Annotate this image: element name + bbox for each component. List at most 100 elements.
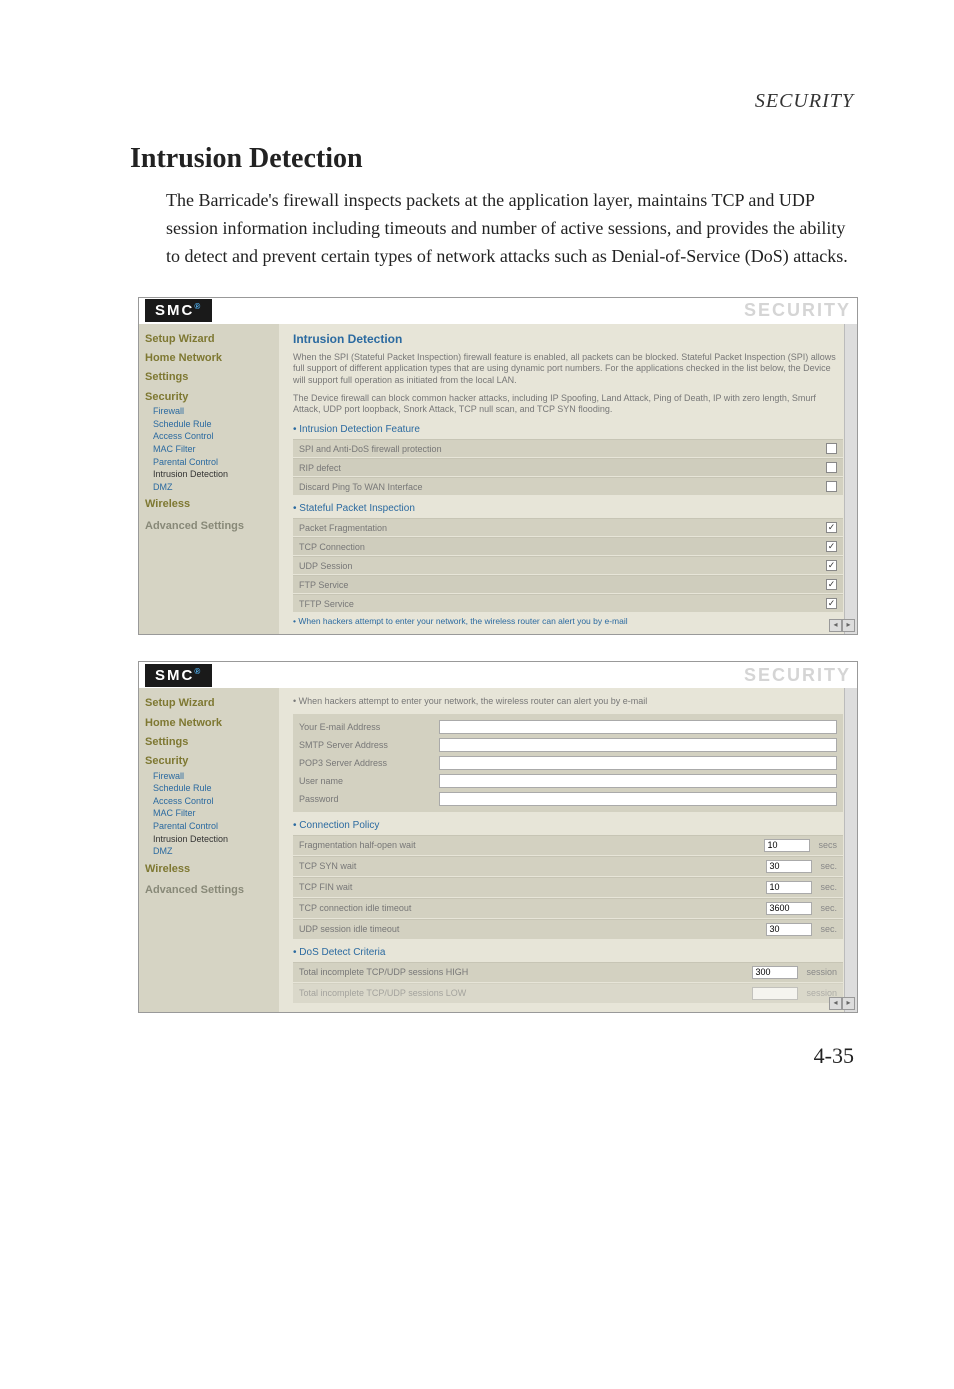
checkbox[interactable] bbox=[826, 598, 837, 609]
field-username: User name bbox=[299, 772, 837, 790]
row-label: TFTP Service bbox=[299, 599, 826, 609]
sidebar-security[interactable]: Security bbox=[145, 754, 273, 769]
value-input[interactable] bbox=[766, 923, 812, 936]
scroll-controls[interactable]: ◂ ▸ bbox=[829, 997, 855, 1010]
row-label: RIP defect bbox=[299, 463, 826, 473]
sidebar-setup-wizard[interactable]: Setup Wizard bbox=[145, 696, 273, 711]
subhead-connection-policy: Connection Policy bbox=[293, 820, 843, 831]
sidebar-advanced-settings[interactable]: Advanced Settings bbox=[145, 519, 273, 534]
sidebar-item-schedule-rule[interactable]: Schedule Rule bbox=[145, 418, 273, 431]
sidebar-item-schedule-rule[interactable]: Schedule Rule bbox=[145, 782, 273, 795]
panel-desc-2: The Device firewall can block common hac… bbox=[293, 393, 843, 416]
checkbox[interactable] bbox=[826, 560, 837, 571]
checkbox[interactable] bbox=[826, 579, 837, 590]
row-label: Total incomplete TCP/UDP sessions LOW bbox=[299, 988, 752, 998]
sidebar-wireless[interactable]: Wireless bbox=[145, 497, 273, 512]
smtp-input[interactable] bbox=[439, 738, 837, 752]
field-label: Password bbox=[299, 794, 439, 804]
unit-label: sec. bbox=[820, 903, 837, 913]
checkbox[interactable] bbox=[826, 443, 837, 454]
value-input[interactable] bbox=[766, 902, 812, 915]
page-number: 4-35 bbox=[130, 1043, 854, 1069]
sidebar-settings[interactable]: Settings bbox=[145, 735, 273, 750]
sidebar-home-network[interactable]: Home Network bbox=[145, 351, 273, 366]
row-label: TCP SYN wait bbox=[299, 861, 766, 871]
sidebar-item-intrusion-detection[interactable]: Intrusion Detection bbox=[145, 833, 273, 846]
panel-desc-1: When the SPI (Stateful Packet Inspection… bbox=[293, 352, 843, 387]
scrollbar[interactable] bbox=[844, 324, 858, 634]
field-label: Your E-mail Address bbox=[299, 722, 439, 732]
email-input[interactable] bbox=[439, 720, 837, 734]
scroll-right-icon[interactable]: ▸ bbox=[842, 619, 855, 632]
sidebar-item-intrusion-detection[interactable]: Intrusion Detection bbox=[145, 468, 273, 481]
security-brand: SECURITY bbox=[744, 300, 851, 321]
value-input[interactable] bbox=[766, 881, 812, 894]
row-label: SPI and Anti-DoS firewall protection bbox=[299, 444, 826, 454]
section-title: Intrusion Detection bbox=[130, 143, 854, 175]
embedded-screenshot-1: SMC® SECURITY Home · Logout Setup Wizard… bbox=[138, 297, 858, 635]
row-udp-idle-timeout: UDP session idle timeout sec. bbox=[293, 919, 843, 939]
sidebar-wireless[interactable]: Wireless bbox=[145, 862, 273, 877]
value-input[interactable] bbox=[764, 839, 810, 852]
sidebar-item-access-control[interactable]: Access Control bbox=[145, 795, 273, 808]
sidebar-item-parental-control[interactable]: Parental Control bbox=[145, 456, 273, 469]
row-label: Packet Fragmentation bbox=[299, 523, 826, 533]
pop3-input[interactable] bbox=[439, 756, 837, 770]
panel-title: Intrusion Detection bbox=[293, 332, 843, 346]
row-packet-fragmentation: Packet Fragmentation bbox=[293, 518, 843, 536]
sidebar-item-dmz[interactable]: DMZ bbox=[145, 845, 273, 858]
field-pop3: POP3 Server Address bbox=[299, 754, 837, 772]
row-tftp-service: TFTP Service bbox=[293, 594, 843, 612]
checkbox[interactable] bbox=[826, 462, 837, 473]
checkbox[interactable] bbox=[826, 481, 837, 492]
username-input[interactable] bbox=[439, 774, 837, 788]
sidebar: Setup Wizard Home Network Settings Secur… bbox=[139, 324, 279, 634]
unit-label: secs bbox=[818, 840, 837, 850]
unit-label: sec. bbox=[820, 924, 837, 934]
field-label: POP3 Server Address bbox=[299, 758, 439, 768]
value-input[interactable] bbox=[752, 966, 798, 979]
scrollbar[interactable] bbox=[844, 688, 858, 1012]
scroll-controls[interactable]: ◂ ▸ bbox=[829, 619, 855, 632]
scroll-left-icon[interactable]: ◂ bbox=[829, 997, 842, 1010]
sidebar-item-firewall[interactable]: Firewall bbox=[145, 405, 273, 418]
sidebar-item-firewall[interactable]: Firewall bbox=[145, 770, 273, 783]
subhead-spi: Stateful Packet Inspection bbox=[293, 503, 843, 514]
sidebar-settings[interactable]: Settings bbox=[145, 370, 273, 385]
sidebar-item-mac-filter[interactable]: MAC Filter bbox=[145, 807, 273, 820]
value-input[interactable] bbox=[752, 987, 798, 1000]
sidebar-setup-wizard[interactable]: Setup Wizard bbox=[145, 332, 273, 347]
page-header: SECURITY bbox=[130, 90, 854, 113]
sidebar-item-mac-filter[interactable]: MAC Filter bbox=[145, 443, 273, 456]
scroll-left-icon[interactable]: ◂ bbox=[829, 619, 842, 632]
sidebar-item-dmz[interactable]: DMZ bbox=[145, 481, 273, 494]
field-password: Password bbox=[299, 790, 837, 808]
sidebar-advanced-settings[interactable]: Advanced Settings bbox=[145, 883, 273, 898]
password-input[interactable] bbox=[439, 792, 837, 806]
body-paragraph: The Barricade's firewall inspects packet… bbox=[166, 187, 854, 271]
unit-label: session bbox=[806, 967, 837, 977]
row-label: UDP session idle timeout bbox=[299, 924, 766, 934]
sidebar-home-network[interactable]: Home Network bbox=[145, 716, 273, 731]
row-discard-ping: Discard Ping To WAN Interface bbox=[293, 477, 843, 495]
unit-label: sec. bbox=[820, 882, 837, 892]
sidebar-item-parental-control[interactable]: Parental Control bbox=[145, 820, 273, 833]
main-panel: When hackers attempt to enter your netwo… bbox=[279, 688, 857, 1012]
row-spi-antidos: SPI and Anti-DoS firewall protection bbox=[293, 439, 843, 457]
scroll-right-icon[interactable]: ▸ bbox=[842, 997, 855, 1010]
value-input[interactable] bbox=[766, 860, 812, 873]
row-label: FTP Service bbox=[299, 580, 826, 590]
unit-label: sec. bbox=[820, 861, 837, 871]
sidebar-item-access-control[interactable]: Access Control bbox=[145, 430, 273, 443]
checkbox[interactable] bbox=[826, 541, 837, 552]
sidebar-security[interactable]: Security bbox=[145, 390, 273, 405]
field-email: Your E-mail Address bbox=[299, 718, 837, 736]
row-label: Fragmentation half-open wait bbox=[299, 840, 764, 850]
smc-logo: SMC® bbox=[145, 299, 212, 322]
row-tcp-fin-wait: TCP FIN wait sec. bbox=[293, 877, 843, 897]
checkbox[interactable] bbox=[826, 522, 837, 533]
row-label: TCP Connection bbox=[299, 542, 826, 552]
row-rip-defect: RIP defect bbox=[293, 458, 843, 476]
field-label: SMTP Server Address bbox=[299, 740, 439, 750]
row-tcp-syn-wait: TCP SYN wait sec. bbox=[293, 856, 843, 876]
